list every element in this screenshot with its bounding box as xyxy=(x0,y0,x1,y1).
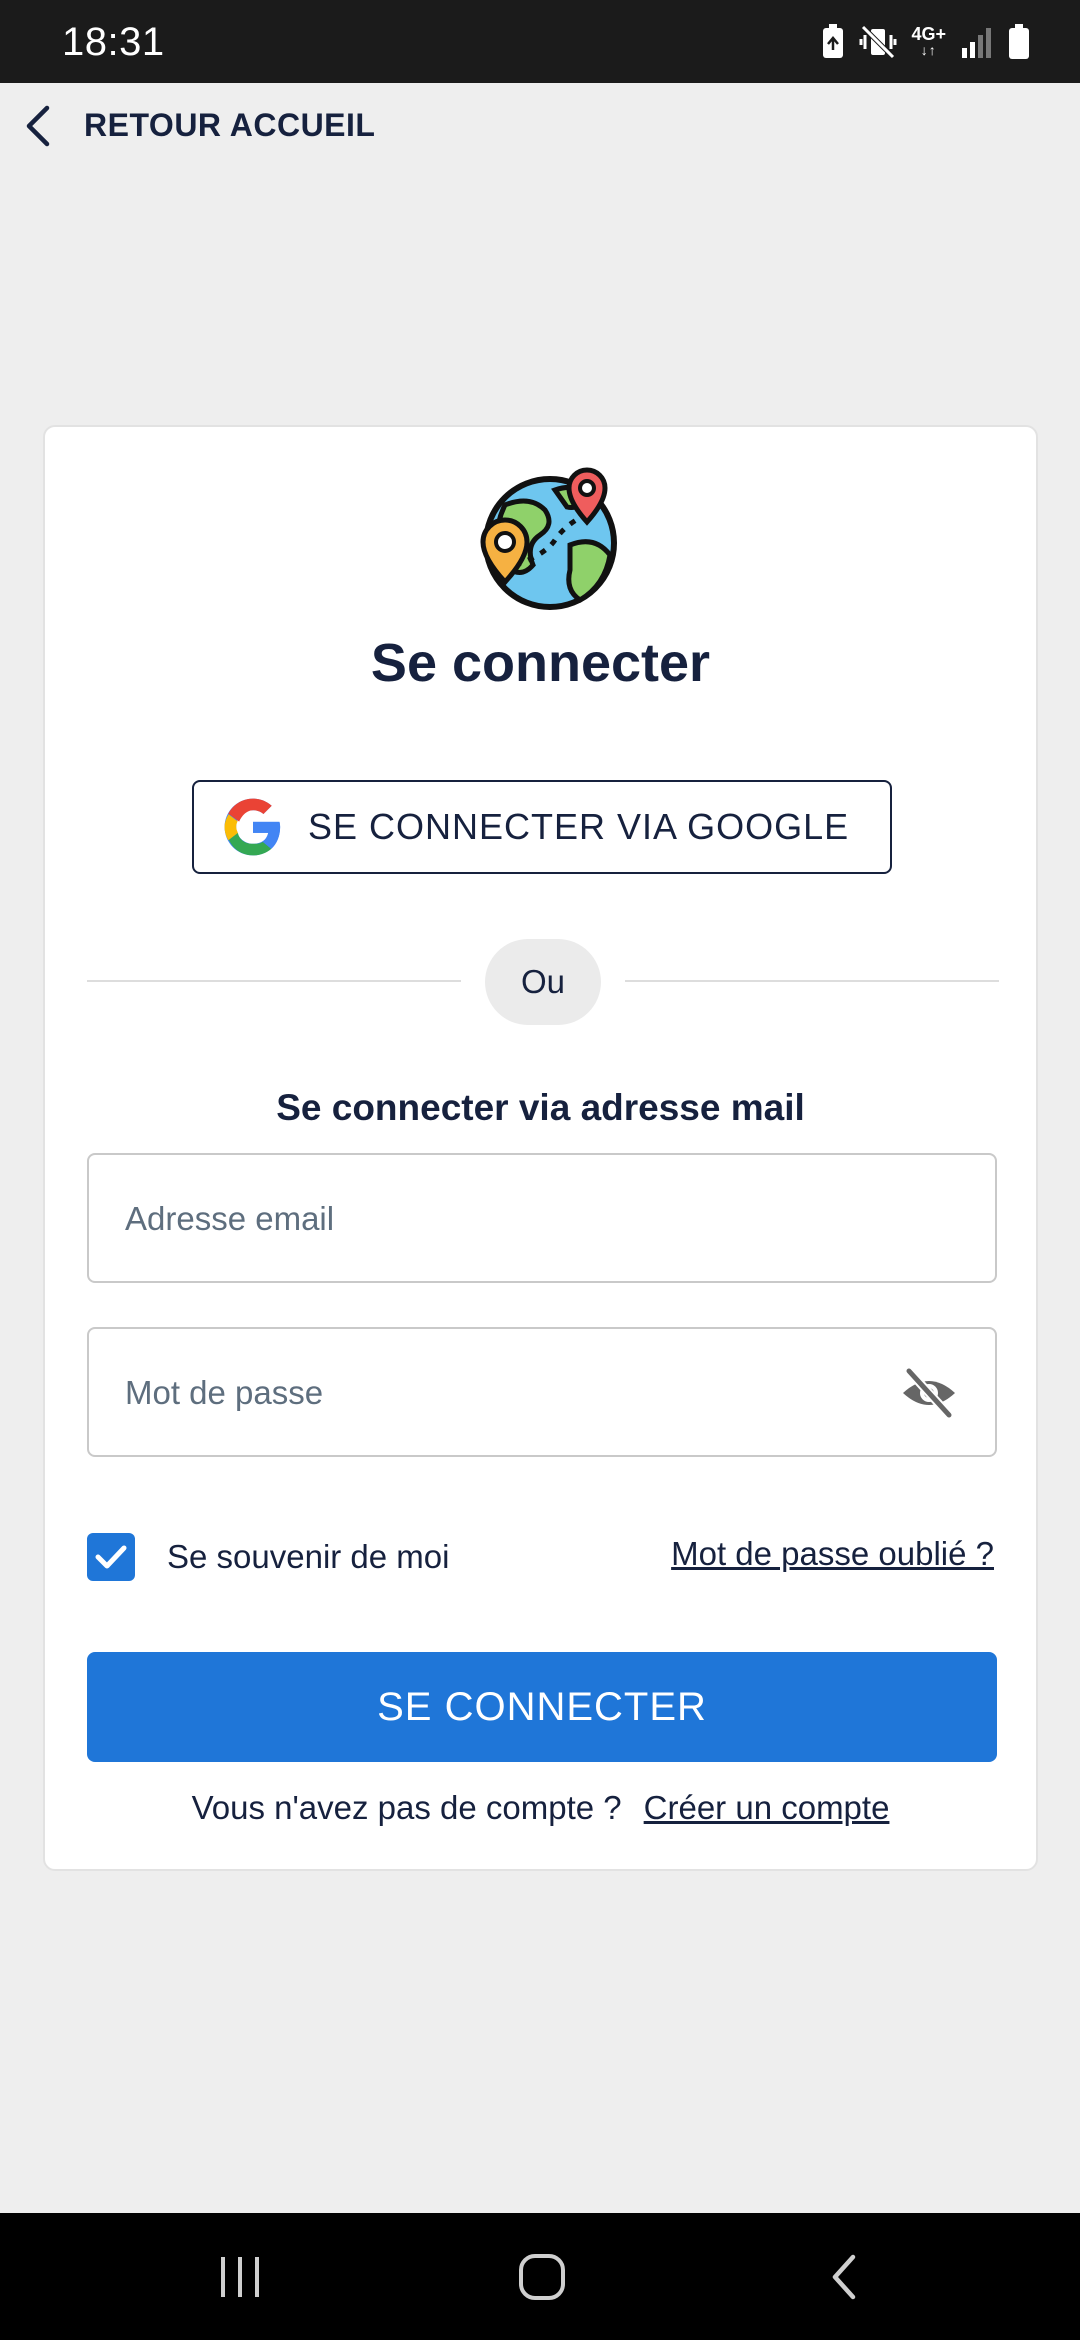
battery-saver-icon xyxy=(823,24,844,58)
status-time: 18:31 xyxy=(62,20,165,64)
system-nav-bar xyxy=(0,2213,1080,2340)
remember-me-row: Se souvenir de moi xyxy=(87,1532,449,1582)
signup-row: Vous n'avez pas de compte ? Créer un comp… xyxy=(45,1789,1036,1827)
network-4g-icon: 4G+ ↓↑ xyxy=(911,24,946,58)
page-title: Se connecter xyxy=(370,633,711,693)
divider-right xyxy=(625,980,999,982)
top-nav: RETOUR ACCUEIL xyxy=(0,83,1080,168)
back-button[interactable] xyxy=(784,2213,904,2340)
email-field[interactable] xyxy=(123,1155,927,1283)
google-signin-button[interactable]: SE CONNECTER VIA GOOGLE xyxy=(192,780,892,874)
password-field-container xyxy=(87,1327,997,1457)
create-account-link[interactable]: Créer un compte xyxy=(644,1789,890,1826)
password-field[interactable] xyxy=(123,1329,927,1457)
back-icon xyxy=(832,2254,856,2299)
globe-pins-icon xyxy=(475,465,625,615)
email-field-container xyxy=(87,1153,997,1283)
signal-icon xyxy=(962,28,991,58)
chevron-left-icon xyxy=(8,83,68,168)
divider-left xyxy=(87,980,461,982)
remember-me-checkbox[interactable] xyxy=(87,1533,135,1581)
back-to-home-label: RETOUR ACCUEIL xyxy=(84,107,376,143)
status-icons: 4G+ ↓↑ xyxy=(821,20,1030,64)
status-bar: 18:31 4G+ ↓↑ xyxy=(0,0,1080,83)
forgot-password-link[interactable]: Mot de passe oublié ? xyxy=(671,1535,994,1573)
eye-off-icon[interactable] xyxy=(899,1365,959,1421)
vibrate-mute-icon xyxy=(859,25,897,59)
checkmark-icon xyxy=(95,1545,127,1569)
battery-icon xyxy=(1009,24,1029,59)
login-card: Se connecter SE CONNECTER VIA GOOGLE Ou … xyxy=(43,425,1038,1871)
google-logo-icon xyxy=(222,796,284,858)
home-button[interactable] xyxy=(482,2213,602,2340)
google-signin-label: SE CONNECTER VIA GOOGLE xyxy=(308,806,850,847)
recents-button[interactable] xyxy=(180,2213,300,2340)
back-to-home-link[interactable]: RETOUR ACCUEIL xyxy=(8,83,375,168)
recents-icon xyxy=(221,2256,259,2297)
home-icon xyxy=(519,2253,565,2300)
no-account-text: Vous n'avez pas de compte ? xyxy=(191,1789,622,1826)
remember-me-label: Se souvenir de moi xyxy=(167,1538,450,1575)
submit-button[interactable]: SE CONNECTER xyxy=(87,1652,997,1762)
or-divider: Ou xyxy=(485,939,601,1025)
email-section-title: Se connecter via adresse mail xyxy=(276,1087,805,1128)
